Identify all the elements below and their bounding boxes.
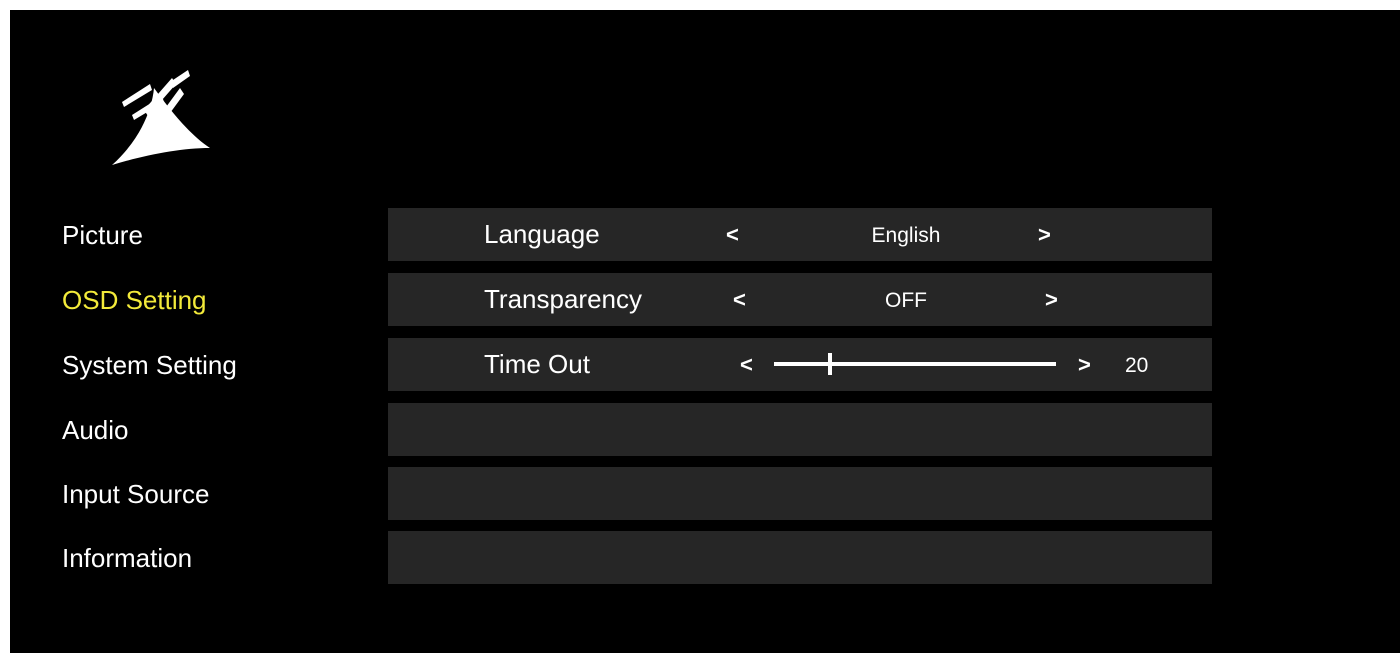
transparency-label: Transparency — [484, 284, 642, 314]
time-out-slider-thumb[interactable] — [828, 353, 833, 375]
time-out-label: Time Out — [484, 349, 590, 379]
corsair-sails-logo-icon — [112, 70, 210, 165]
sidebar-item-system-setting[interactable]: System Setting — [62, 348, 237, 382]
language-prev-arrow[interactable]: < — [726, 208, 739, 261]
language-value: English — [871, 224, 941, 247]
time-out-slider-track[interactable] — [774, 362, 1056, 366]
time-out-value: 20 — [1125, 354, 1149, 377]
sidebar-item-osd-setting[interactable]: OSD Setting — [62, 283, 207, 317]
sidebar-item-audio[interactable]: Audio — [62, 413, 129, 447]
setting-row-empty — [388, 531, 1212, 584]
setting-row-empty — [388, 403, 1212, 456]
sidebar-item-input-source[interactable]: Input Source — [62, 477, 209, 511]
setting-row-language[interactable]: Language < English > — [388, 208, 1212, 261]
setting-row-transparency[interactable]: Transparency < OFF > — [388, 273, 1212, 326]
language-next-arrow[interactable]: > — [1038, 208, 1051, 261]
language-label: Language — [484, 219, 600, 249]
time-out-prev-arrow[interactable]: < — [740, 338, 753, 391]
setting-row-empty — [388, 467, 1212, 520]
sidebar-item-picture[interactable]: Picture — [62, 218, 143, 252]
transparency-next-arrow[interactable]: > — [1045, 273, 1058, 326]
transparency-prev-arrow[interactable]: < — [733, 273, 746, 326]
setting-row-time-out[interactable]: Time Out < > 20 — [388, 338, 1212, 391]
time-out-next-arrow[interactable]: > — [1078, 338, 1091, 391]
transparency-value: OFF — [885, 289, 927, 312]
osd-menu: Picture OSD Setting System Setting Audio… — [10, 10, 1400, 653]
sidebar-item-information[interactable]: Information — [62, 541, 192, 575]
